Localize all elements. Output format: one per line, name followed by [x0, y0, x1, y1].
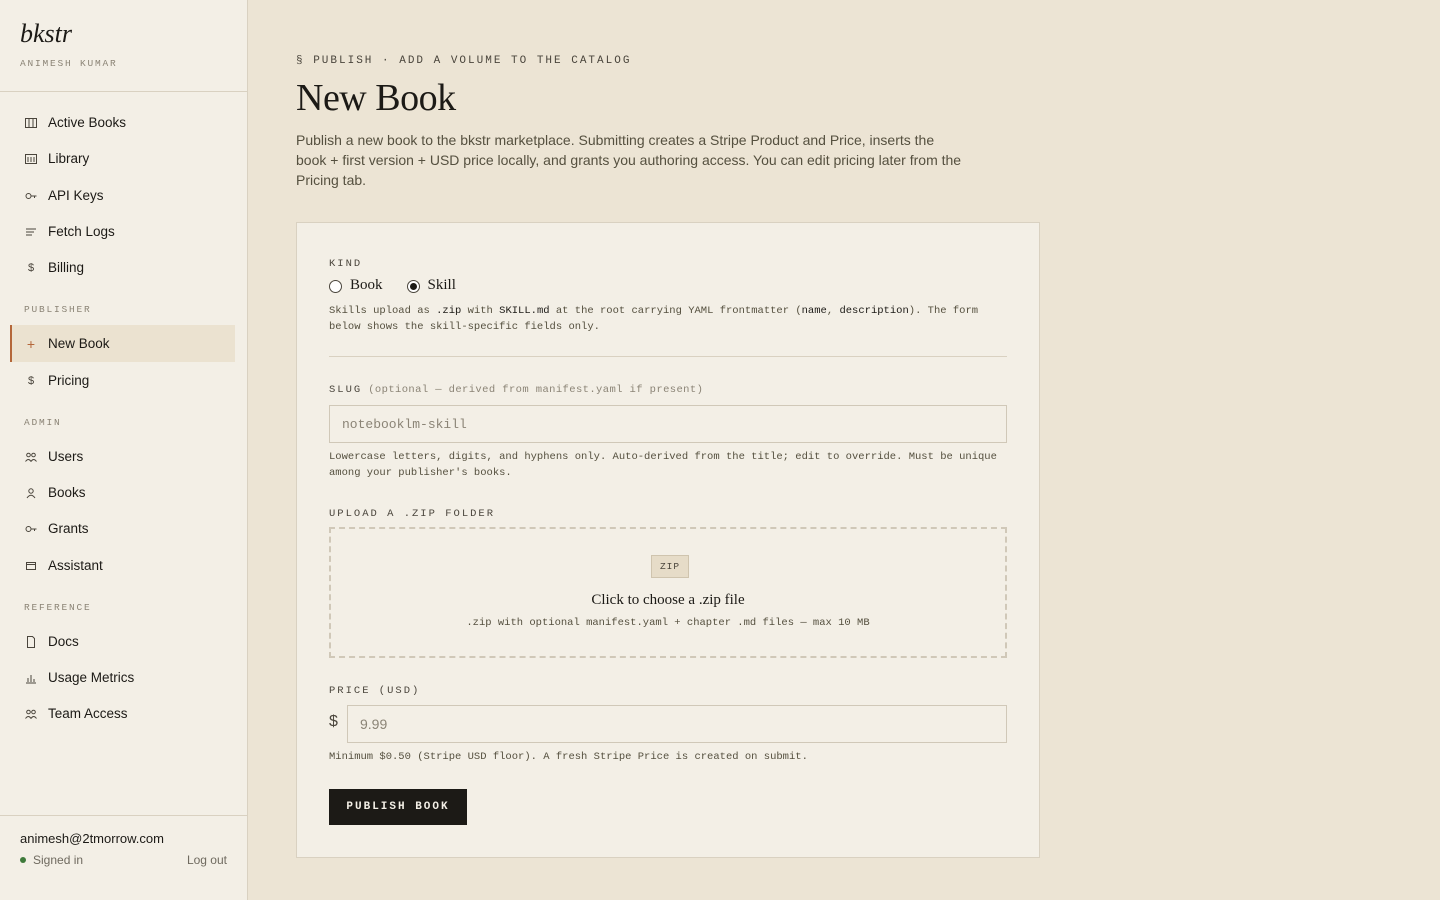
status-label: Signed in [33, 853, 84, 867]
sidebar-item-label: Billing [48, 260, 85, 275]
sidebar-item-label: Users [48, 449, 84, 464]
sidebar-item-label: Pricing [48, 373, 90, 388]
window-icon [24, 559, 38, 573]
section-label-publisher: PUBLISHER [24, 304, 92, 315]
upload-label: UPLOAD A .ZIP FOLDER [329, 508, 496, 520]
section-label-admin: ADMIN [24, 417, 62, 428]
sidebar-item-pricing[interactable]: $ Pricing [10, 362, 235, 399]
sidebar: bkstr ANIMESH KUMAR Active Books Library… [0, 0, 248, 900]
lines-icon [24, 225, 38, 239]
library-icon [24, 152, 38, 166]
sidebar-footer-divider [0, 815, 247, 816]
sidebar-item-new-book[interactable]: + New Book [10, 325, 235, 362]
sidebar-item-grants[interactable]: Grants [10, 510, 235, 547]
kind-radio-book[interactable]: Book [329, 277, 383, 294]
sidebar-item-label: Books [48, 485, 86, 500]
sidebar-item-team-access[interactable]: Team Access [10, 695, 235, 732]
dollar-icon: $ [27, 261, 35, 274]
document-icon [24, 635, 38, 649]
sidebar-item-label: Fetch Logs [48, 224, 115, 239]
sidebar-item-users[interactable]: Users [10, 438, 235, 475]
sidebar-item-docs[interactable]: Docs [10, 623, 235, 660]
zip-file-icon: ZIP [651, 555, 689, 578]
signed-in-status: Signed in [20, 853, 83, 867]
sidebar-item-books[interactable]: Books [10, 474, 235, 511]
price-help-text: Minimum $0.50 (Stripe USD floor). A fres… [329, 751, 808, 763]
brand: bkstr ANIMESH KUMAR [20, 20, 118, 70]
new-book-form: KIND Book Skill Skills upload as .zip wi… [296, 222, 1040, 858]
sidebar-item-library[interactable]: Library [10, 140, 235, 177]
upload-subtitle: .zip with optional manifest.yaml + chapt… [466, 617, 870, 629]
page-title: New Book [296, 77, 456, 119]
publish-book-button[interactable]: PUBLISH BOOK [329, 789, 467, 825]
key-icon [24, 522, 38, 536]
slug-help-text: Lowercase letters, digits, and hyphens o… [329, 451, 997, 479]
page-description: Publish a new book to the bkstr marketpl… [296, 132, 962, 188]
price-label: PRICE (USD) [329, 685, 421, 697]
sidebar-item-label: Active Books [48, 115, 127, 130]
sidebar-item-label: Library [48, 151, 90, 166]
logout-link[interactable]: Log out [187, 853, 227, 867]
upload-title: Click to choose a .zip file [591, 592, 745, 608]
columns-icon [24, 116, 38, 130]
sidebar-item-active-books[interactable]: Active Books [10, 104, 235, 141]
section-label-reference: REFERENCE [24, 602, 92, 613]
key-icon [24, 189, 38, 203]
users-icon [24, 707, 38, 721]
sidebar-item-usage-metrics[interactable]: Usage Metrics [10, 659, 235, 696]
sidebar-item-assistant[interactable]: Assistant [10, 547, 235, 584]
sidebar-item-billing[interactable]: $ Billing [10, 249, 235, 286]
status-dot-icon [20, 857, 26, 863]
sidebar-item-fetch-logs[interactable]: Fetch Logs [10, 213, 235, 250]
page-eyebrow: § PUBLISH · ADD A VOLUME TO THE CATALOG [296, 55, 632, 67]
slug-input[interactable]: notebooklm-skill [329, 405, 1007, 443]
sidebar-item-label: Team Access [48, 706, 128, 721]
kind-option-label: Book [350, 277, 383, 293]
users-icon [24, 450, 38, 464]
dollar-sign: $ [329, 713, 338, 730]
dollar-icon: $ [27, 374, 35, 387]
sidebar-item-api-keys[interactable]: API Keys [10, 177, 235, 214]
radio-circle-book[interactable] [329, 280, 342, 293]
zip-upload-dropzone[interactable]: ZIP Click to choose a .zip file .zip wit… [329, 527, 1007, 658]
plus-icon: + [26, 335, 36, 352]
sidebar-item-label: Grants [48, 521, 89, 536]
slug-label: SLUG (optional — derived from manifest.ya… [329, 384, 704, 396]
sidebar-item-label: Docs [48, 634, 79, 649]
kind-help-text: Skills upload as .zip with SKILL.md at t… [329, 305, 979, 333]
sidebar-item-label: API Keys [48, 188, 104, 203]
kind-radio-group: Book Skill [329, 277, 480, 294]
sidebar-item-label: New Book [48, 336, 110, 351]
form-divider [329, 356, 1007, 357]
bar-chart-icon [24, 671, 38, 685]
kind-radio-skill[interactable]: Skill [406, 277, 456, 294]
person-icon [24, 486, 38, 500]
user-email: animesh@2tmorrow.com [20, 831, 164, 846]
sidebar-divider [0, 91, 247, 92]
price-input[interactable]: 9.99 [347, 705, 1007, 743]
brand-user: ANIMESH KUMAR [20, 58, 118, 69]
sidebar-item-label: Assistant [48, 558, 103, 573]
kind-label: KIND [329, 258, 363, 270]
radio-circle-skill[interactable] [406, 280, 420, 293]
kind-option-label: Skill [427, 277, 456, 293]
sidebar-item-label: Usage Metrics [48, 670, 135, 685]
brand-logo[interactable]: bkstr [20, 20, 118, 48]
